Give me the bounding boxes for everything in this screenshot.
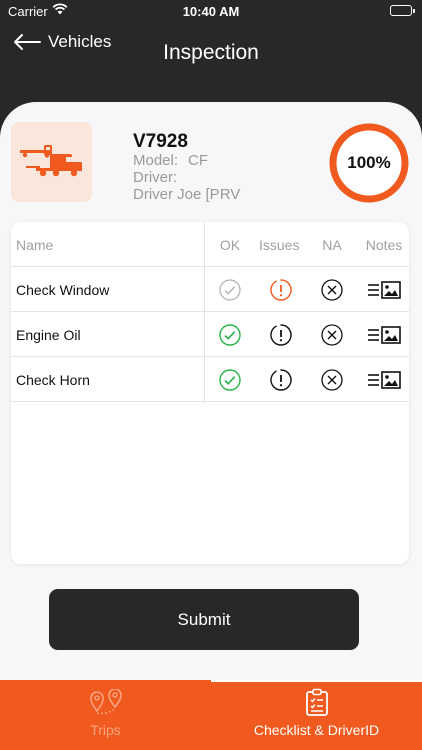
na-cross-icon[interactable] <box>321 278 343 301</box>
notes-photo-icon[interactable] <box>367 370 401 389</box>
route-pins-icon <box>89 688 123 716</box>
checklist-row: Engine Oil <box>11 312 409 357</box>
ok-check-icon[interactable] <box>219 323 241 346</box>
header-name: Name <box>16 236 54 253</box>
checklist-header: Name OK Issues NA Notes <box>11 222 409 267</box>
driver-label: Driver: <box>133 169 178 186</box>
vehicle-id: V7928 <box>133 131 188 152</box>
model-label: Model: <box>133 152 179 169</box>
ok-check-icon[interactable] <box>219 278 241 301</box>
truck-icon <box>19 145 82 177</box>
issue-alert-icon[interactable] <box>270 323 292 346</box>
status-bar: Carrier 10:40 AM <box>0 0 422 22</box>
tab-checklist-driverid[interactable]: Checklist & DriverID <box>211 680 422 750</box>
tab-bar: Trips Checklist & DriverID <box>0 680 422 750</box>
driver-value: Driver Joe [PRV <box>133 186 241 203</box>
checklist-row: Check Horn <box>11 357 409 402</box>
vehicle-details: Model: CF Driver: Driver Joe [PRV <box>133 152 247 203</box>
header-ok: OK <box>219 236 241 253</box>
tab-checklist-driverid-label: Checklist & DriverID <box>253 722 380 738</box>
clipboard-checklist-icon <box>305 688 329 716</box>
submit-button[interactable]: Submit <box>49 589 359 650</box>
tab-trips[interactable]: Trips <box>0 680 211 750</box>
model-value: CF <box>188 152 209 169</box>
clock: 10:40 AM <box>182 4 240 19</box>
inspection-sheet: V7928 Model: CF Driver: Driver Joe [PRV 1… <box>0 102 422 680</box>
na-cross-icon[interactable] <box>321 323 343 346</box>
page-title: Inspection <box>163 41 259 64</box>
notes-photo-icon[interactable] <box>367 325 401 344</box>
issue-alert-icon[interactable] <box>270 278 292 301</box>
battery-icon <box>390 5 415 16</box>
tab-trips-label: Trips <box>90 722 121 738</box>
header-notes: Notes <box>365 236 403 253</box>
item-name: Check Window <box>16 281 110 298</box>
progress-percentage: 100% <box>347 153 391 172</box>
vehicle-thumbnail <box>11 122 92 202</box>
item-name: Engine Oil <box>16 326 81 343</box>
issue-alert-icon[interactable] <box>270 368 292 391</box>
checklist-row: Check Window <box>11 267 409 312</box>
header-na: NA <box>322 236 342 253</box>
item-name: Check Horn <box>16 371 90 388</box>
ok-check-icon[interactable] <box>219 368 241 391</box>
checklist-table: Name OK Issues NA Notes Check Window Engi… <box>11 222 409 564</box>
na-cross-icon[interactable] <box>321 368 343 391</box>
notes-photo-icon[interactable] <box>367 280 401 299</box>
header-issues: Issues <box>259 236 300 253</box>
